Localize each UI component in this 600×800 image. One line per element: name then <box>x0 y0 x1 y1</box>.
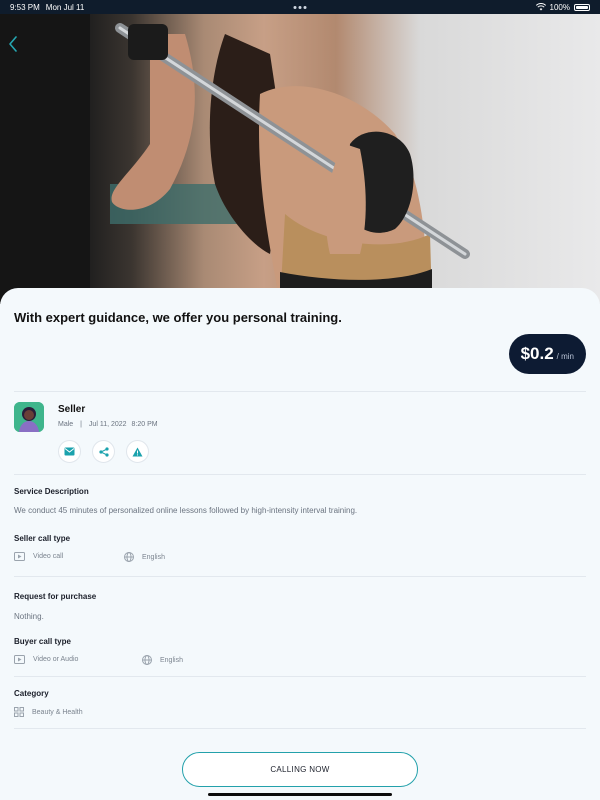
hero-image <box>0 14 600 304</box>
seller-date: Jul 11, 2022 <box>88 421 127 428</box>
seller-gender: Male <box>58 421 74 428</box>
category-label: Category <box>14 689 49 698</box>
divider <box>14 676 586 677</box>
calling-now-button[interactable]: CALLING NOW <box>182 752 418 787</box>
seller-call-type-label: Seller call type <box>14 534 71 543</box>
price-badge: $0.2 / min <box>508 334 586 374</box>
category-icon <box>14 707 24 717</box>
request-text: Nothing. <box>14 612 44 621</box>
battery-percent: 100% <box>549 2 570 12</box>
globe-icon <box>142 655 152 665</box>
seller-call-type: Video call <box>14 552 63 561</box>
divider <box>14 474 586 475</box>
mail-icon <box>64 447 75 456</box>
divider <box>14 576 586 577</box>
status-date: Mon Jul 11 <box>45 2 85 12</box>
category-value: Beauty & Health <box>32 708 83 716</box>
seller-call-type-value: Video call <box>33 553 64 560</box>
video-icon <box>14 552 25 561</box>
battery-icon <box>574 3 590 11</box>
seller-language: English <box>124 552 165 562</box>
back-button[interactable] <box>8 36 30 58</box>
details-sheet: With expert guidance, we offer you perso… <box>0 288 600 800</box>
home-indicator[interactable] <box>208 793 392 796</box>
globe-icon <box>124 552 134 562</box>
category: Beauty & Health <box>14 707 83 717</box>
buyer-language: English <box>142 655 183 665</box>
buyer-call-type-value: Video or Audio <box>33 656 79 663</box>
seller-name: Seller <box>58 404 86 415</box>
multitask-dots[interactable] <box>293 5 307 9</box>
wifi-icon <box>535 3 546 11</box>
service-description-text: We conduct 45 minutes of personalized on… <box>14 506 358 515</box>
request-label: Request for purchase <box>14 592 97 601</box>
warning-icon <box>132 447 143 456</box>
hero-illustration <box>0 14 470 304</box>
seller-actions <box>58 440 149 463</box>
seller-avatar-icon <box>14 402 44 432</box>
divider <box>14 728 586 729</box>
seller-language-value: English <box>142 553 165 561</box>
service-description-label: Service Description <box>14 487 89 496</box>
seller-meta: Male | Jul 11, 2022 8:20 PM <box>58 421 158 428</box>
seller-time: 8:20 PM <box>131 421 158 428</box>
status-bar: 9:53 PM Mon Jul 11 100% <box>0 0 600 14</box>
buyer-call-type: Video or Audio <box>14 655 78 664</box>
video-icon <box>14 655 25 664</box>
price-amount: $0.2 <box>520 344 554 363</box>
share-icon <box>98 446 109 457</box>
avatar[interactable] <box>14 402 44 432</box>
share-button[interactable] <box>92 440 115 463</box>
divider <box>14 391 586 392</box>
message-button[interactable] <box>58 440 81 463</box>
buyer-call-type-label: Buyer call type <box>14 637 71 646</box>
listing-title: With expert guidance, we offer you perso… <box>14 310 342 325</box>
price-unit: / min <box>556 351 574 361</box>
back-icon <box>9 36 17 52</box>
buyer-language-value: English <box>160 656 183 664</box>
status-time: 9:53 PM <box>10 2 40 12</box>
report-button[interactable] <box>126 440 149 463</box>
